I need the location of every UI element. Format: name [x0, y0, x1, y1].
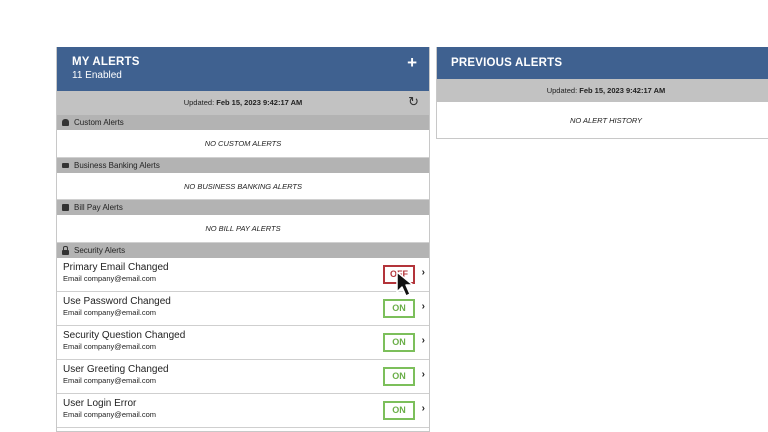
alert-toggle[interactable]: ON [383, 333, 415, 352]
alert-name: User Login Error [63, 398, 137, 409]
alert-name: Security Question Changed [63, 330, 186, 341]
alert-name: Use Password Changed [63, 296, 171, 307]
alert-row-security-question-changed[interactable]: Security Question Changed Email company@… [57, 326, 429, 360]
section-title: Custom Alerts [74, 118, 124, 127]
alert-email: Email company@email.com [63, 410, 157, 419]
alert-email: Email company@email.com [63, 308, 157, 317]
empty-message: NO BILL PAY ALERTS [57, 215, 429, 243]
alert-row-user-greeting-changed[interactable]: User Greeting Changed Email company@emai… [57, 360, 429, 394]
previous-alerts-header: PREVIOUS ALERTS [437, 47, 768, 79]
alert-toggle[interactable]: ON [383, 367, 415, 386]
my-alerts-header: MY ALERTS 11 Enabled + [57, 47, 429, 91]
chevron-right-icon[interactable]: › [422, 335, 425, 346]
alert-row-use-password-changed[interactable]: Use Password Changed Email company@email… [57, 292, 429, 326]
updated-timestamp: Feb 15, 2023 9:42:17 AM [579, 86, 666, 95]
alert-email: Email company@email.com [63, 376, 157, 385]
section-custom-alerts: Custom Alerts [57, 115, 429, 130]
alert-row-user-login-error[interactable]: User Login Error Email company@email.com… [57, 394, 429, 428]
alert-name: User Greeting Changed [63, 364, 169, 375]
money-icon [62, 163, 69, 168]
previous-alerts-title: PREVIOUS ALERTS [451, 57, 563, 69]
my-alerts-panel: MY ALERTS 11 Enabled + Updated: Feb 15, … [56, 47, 430, 432]
chevron-right-icon[interactable]: › [422, 369, 425, 380]
alert-email: Email company@email.com [63, 342, 157, 351]
alert-row-primary-email-changed[interactable]: Primary Email Changed Email company@emai… [57, 258, 429, 292]
section-title: Bill Pay Alerts [74, 203, 123, 212]
section-business-banking-alerts: Business Banking Alerts [57, 158, 429, 173]
section-title: Security Alerts [74, 246, 126, 255]
alert-name: Primary Email Changed [63, 262, 169, 273]
updated-timestamp: Feb 15, 2023 9:42:17 AM [216, 98, 303, 107]
section-security-alerts: Security Alerts [57, 243, 429, 258]
lock-icon [62, 245, 69, 255]
bell-icon [62, 119, 69, 126]
chevron-right-icon[interactable]: › [422, 301, 425, 312]
empty-message: NO CUSTOM ALERTS [57, 130, 429, 158]
updated-label: Updated: [546, 86, 580, 95]
section-bill-pay-alerts: Bill Pay Alerts [57, 200, 429, 215]
updated-bar: Updated: Feb 15, 2023 9:42:17 AM [437, 79, 768, 102]
alert-toggle[interactable]: OFF [383, 265, 415, 284]
empty-message: NO BUSINESS BANKING ALERTS [57, 173, 429, 200]
previous-alerts-panel: PREVIOUS ALERTS Updated: Feb 15, 2023 9:… [436, 47, 768, 139]
no-alert-history-message: NO ALERT HISTORY [569, 116, 643, 125]
bill-icon [62, 204, 69, 211]
chevron-right-icon[interactable]: › [422, 403, 425, 414]
refresh-icon[interactable]: ↻ [408, 95, 419, 109]
add-alert-button[interactable]: + [407, 54, 417, 72]
my-alerts-title: MY ALERTS [72, 56, 140, 68]
alert-toggle[interactable]: ON [383, 401, 415, 420]
alert-email: Email company@email.com [63, 274, 157, 283]
chevron-right-icon[interactable]: › [422, 267, 425, 278]
section-title: Business Banking Alerts [74, 161, 160, 170]
updated-bar: Updated: Feb 15, 2023 9:42:17 AM ↻ [57, 91, 429, 115]
alert-toggle[interactable]: ON [383, 299, 415, 318]
enabled-count: 11 Enabled [72, 70, 122, 81]
updated-label: Updated: [183, 98, 217, 107]
